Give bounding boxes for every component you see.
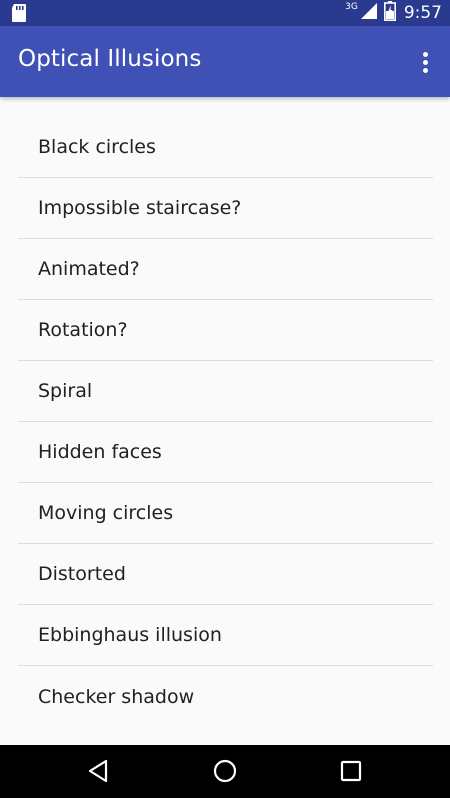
navigation-bar — [0, 745, 450, 798]
list-item[interactable]: Moving circles — [18, 483, 433, 544]
status-icons: 3G 9:57 — [345, 0, 442, 26]
overflow-menu-icon[interactable] — [410, 46, 440, 78]
signal-icon — [360, 2, 378, 24]
list-item-label: Impossible staircase? — [38, 197, 242, 219]
list-item[interactable]: Black circles — [18, 117, 433, 178]
list-item-label: Ebbinghaus illusion — [38, 624, 222, 646]
list-item-label: Rotation? — [38, 319, 128, 341]
list-item[interactable]: Impossible staircase? — [18, 178, 433, 239]
network-type-label: 3G — [345, 1, 358, 12]
illusion-list: Black circles Impossible staircase? Anim… — [18, 117, 433, 727]
clock: 9:57 — [403, 3, 442, 23]
app-bar: Optical Illusions — [0, 26, 450, 97]
back-icon[interactable] — [86, 758, 112, 784]
status-bar: 3G 9:57 — [0, 0, 450, 26]
list-item-label: Checker shadow — [38, 685, 195, 708]
list-item-label: Hidden faces — [38, 441, 162, 463]
list-item-label: Moving circles — [38, 502, 174, 524]
recents-icon[interactable] — [338, 758, 364, 784]
list-item[interactable]: Hidden faces — [18, 422, 433, 483]
list-item[interactable]: Rotation? — [18, 300, 433, 361]
battery-icon — [383, 1, 396, 25]
list-item[interactable]: Checker shadow — [18, 666, 433, 727]
list-item-label: Distorted — [38, 563, 126, 585]
list-item[interactable]: Spiral — [18, 361, 433, 422]
app-title: Optical Illusions — [18, 46, 202, 72]
sd-card-icon — [10, 3, 28, 23]
home-icon[interactable] — [212, 758, 238, 784]
list-item-label: Spiral — [38, 380, 93, 402]
list-item[interactable]: Animated? — [18, 239, 433, 300]
list-item-label: Black circles — [38, 136, 156, 158]
list-item[interactable]: Distorted — [18, 544, 433, 605]
list-item[interactable]: Ebbinghaus illusion — [18, 605, 433, 666]
list-item-label: Animated? — [38, 258, 140, 280]
